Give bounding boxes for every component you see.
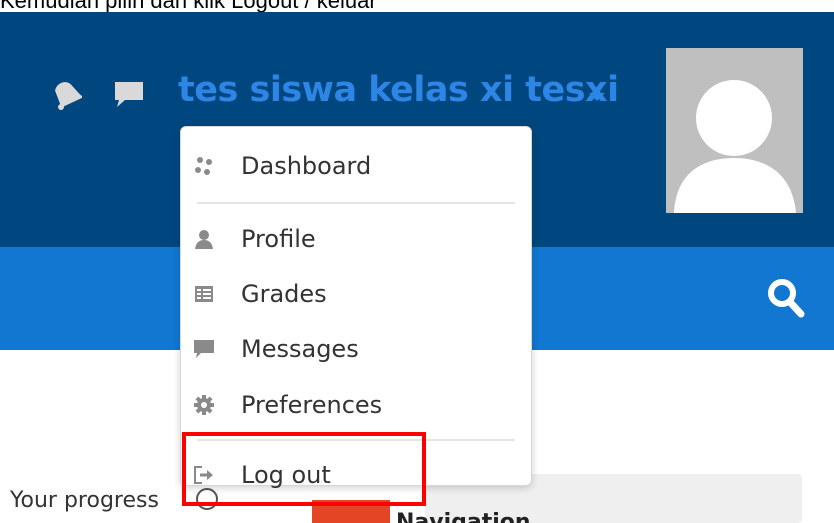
card-title: Navigation (396, 510, 531, 523)
bell-icon[interactable] (52, 78, 82, 112)
menu-item-label: Grades (241, 280, 327, 308)
menu-item-label: Messages (241, 335, 359, 363)
menu-item-label: Dashboard (241, 152, 372, 180)
progress-label: Your progress (10, 488, 159, 513)
user-silhouette-icon (674, 80, 796, 213)
menu-item-preferences[interactable]: Preferences (181, 385, 531, 425)
logout-highlight-box (182, 432, 426, 506)
menu-item-dashboard[interactable]: Dashboard (181, 146, 531, 186)
menu-divider (197, 202, 515, 204)
avatar[interactable] (666, 48, 803, 213)
menu-item-label: Preferences (241, 391, 383, 419)
menu-item-label: Profile (241, 225, 316, 253)
gear-icon (193, 394, 215, 416)
search-icon[interactable] (766, 277, 806, 319)
menu-item-profile[interactable]: Profile (181, 219, 531, 259)
instruction-caption: Kemudian pilih dan klik Logout / keluar (0, 0, 834, 12)
chat-bubble-icon (193, 338, 215, 360)
dashboard-icon (193, 155, 215, 177)
user-menu-toggle[interactable]: tes siswa kelas xi tesxi (178, 70, 619, 120)
menu-item-messages[interactable]: Messages (181, 329, 531, 369)
user-icon (193, 228, 215, 250)
chat-icon[interactable] (113, 80, 145, 108)
caret-down-icon[interactable] (589, 93, 605, 101)
menu-item-grades[interactable]: Grades (181, 274, 531, 314)
grades-table-icon (193, 283, 215, 305)
